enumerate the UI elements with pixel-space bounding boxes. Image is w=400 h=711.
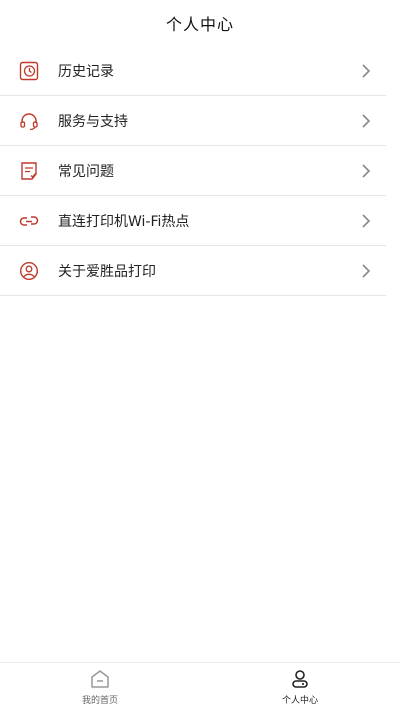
menu-item-about[interactable]: 关于爱胜品打印 [0, 246, 386, 296]
tab-label: 我的首页 [81, 696, 118, 706]
chevron-right-icon [362, 63, 371, 78]
menu-item-faq[interactable]: 常见问题 [0, 146, 386, 196]
chevron-right-icon [362, 213, 371, 228]
user-icon [18, 260, 40, 282]
chevron-right-icon [362, 263, 371, 278]
chevron-right-icon [362, 163, 371, 178]
tab-profile[interactable]: 个人中心 [200, 663, 400, 711]
menu-item-wifi-direct[interactable]: 直连打印机Wi-Fi热点 [0, 196, 386, 246]
menu-item-label: 历史记录 [58, 63, 114, 80]
menu-item-label: 直连打印机Wi-Fi热点 [58, 213, 190, 230]
page-title: 个人中心 [165, 15, 234, 34]
bottom-tab-bar: 我的首页 个人中心 [0, 662, 400, 711]
tab-home[interactable]: 我的首页 [0, 663, 200, 711]
header: 个人中心 [0, 0, 400, 46]
headset-icon [18, 110, 40, 132]
menu-item-history[interactable]: 历史记录 [0, 46, 386, 96]
menu-item-label: 服务与支持 [58, 113, 128, 130]
tab-label: 个人中心 [281, 696, 318, 706]
chevron-right-icon [362, 113, 371, 128]
menu-list: 历史记录 服务与支持 常见问题 直连打印机Wi-Fi热点 关于爱胜品打印 [0, 46, 400, 296]
menu-item-label: 常见问题 [58, 163, 114, 180]
menu-item-label: 关于爱胜品打印 [58, 263, 156, 280]
faq-icon [18, 160, 40, 182]
home-icon [91, 670, 109, 688]
history-icon [18, 60, 40, 82]
link-icon [18, 210, 40, 232]
profile-icon [292, 670, 308, 688]
menu-item-support[interactable]: 服务与支持 [0, 96, 386, 146]
